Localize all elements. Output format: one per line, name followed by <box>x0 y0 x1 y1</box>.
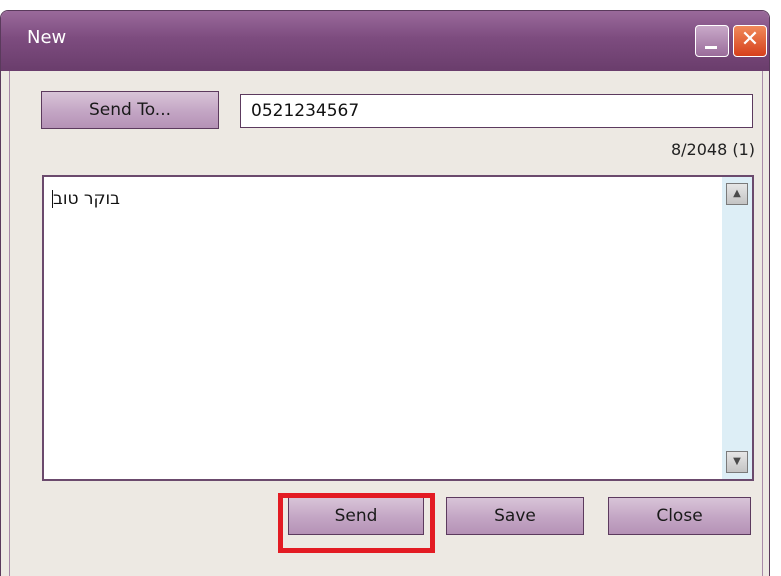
scroll-down-icon[interactable]: ▼ <box>726 451 748 473</box>
send-to-button[interactable]: Send To... <box>41 91 219 129</box>
title-bar[interactable]: New ✕ <box>1 11 769 71</box>
minimize-button[interactable] <box>695 25 729 57</box>
recipient-input[interactable]: 0521234567 <box>240 94 753 128</box>
message-textarea[interactable]: בוקר טוב ▲ ▼ <box>42 175 754 481</box>
save-button[interactable]: Save <box>446 497 584 535</box>
character-counter: 8/2048 (1) <box>670 140 755 159</box>
vertical-scrollbar[interactable]: ▲ ▼ <box>722 177 752 479</box>
close-button[interactable]: Close <box>608 497 751 535</box>
window-title: New <box>27 27 67 48</box>
close-window-button[interactable]: ✕ <box>733 25 767 57</box>
send-button-highlight <box>278 493 435 553</box>
close-icon: ✕ <box>740 27 760 52</box>
message-text: בוקר טוב <box>52 189 121 209</box>
scroll-up-icon[interactable]: ▲ <box>726 183 748 205</box>
